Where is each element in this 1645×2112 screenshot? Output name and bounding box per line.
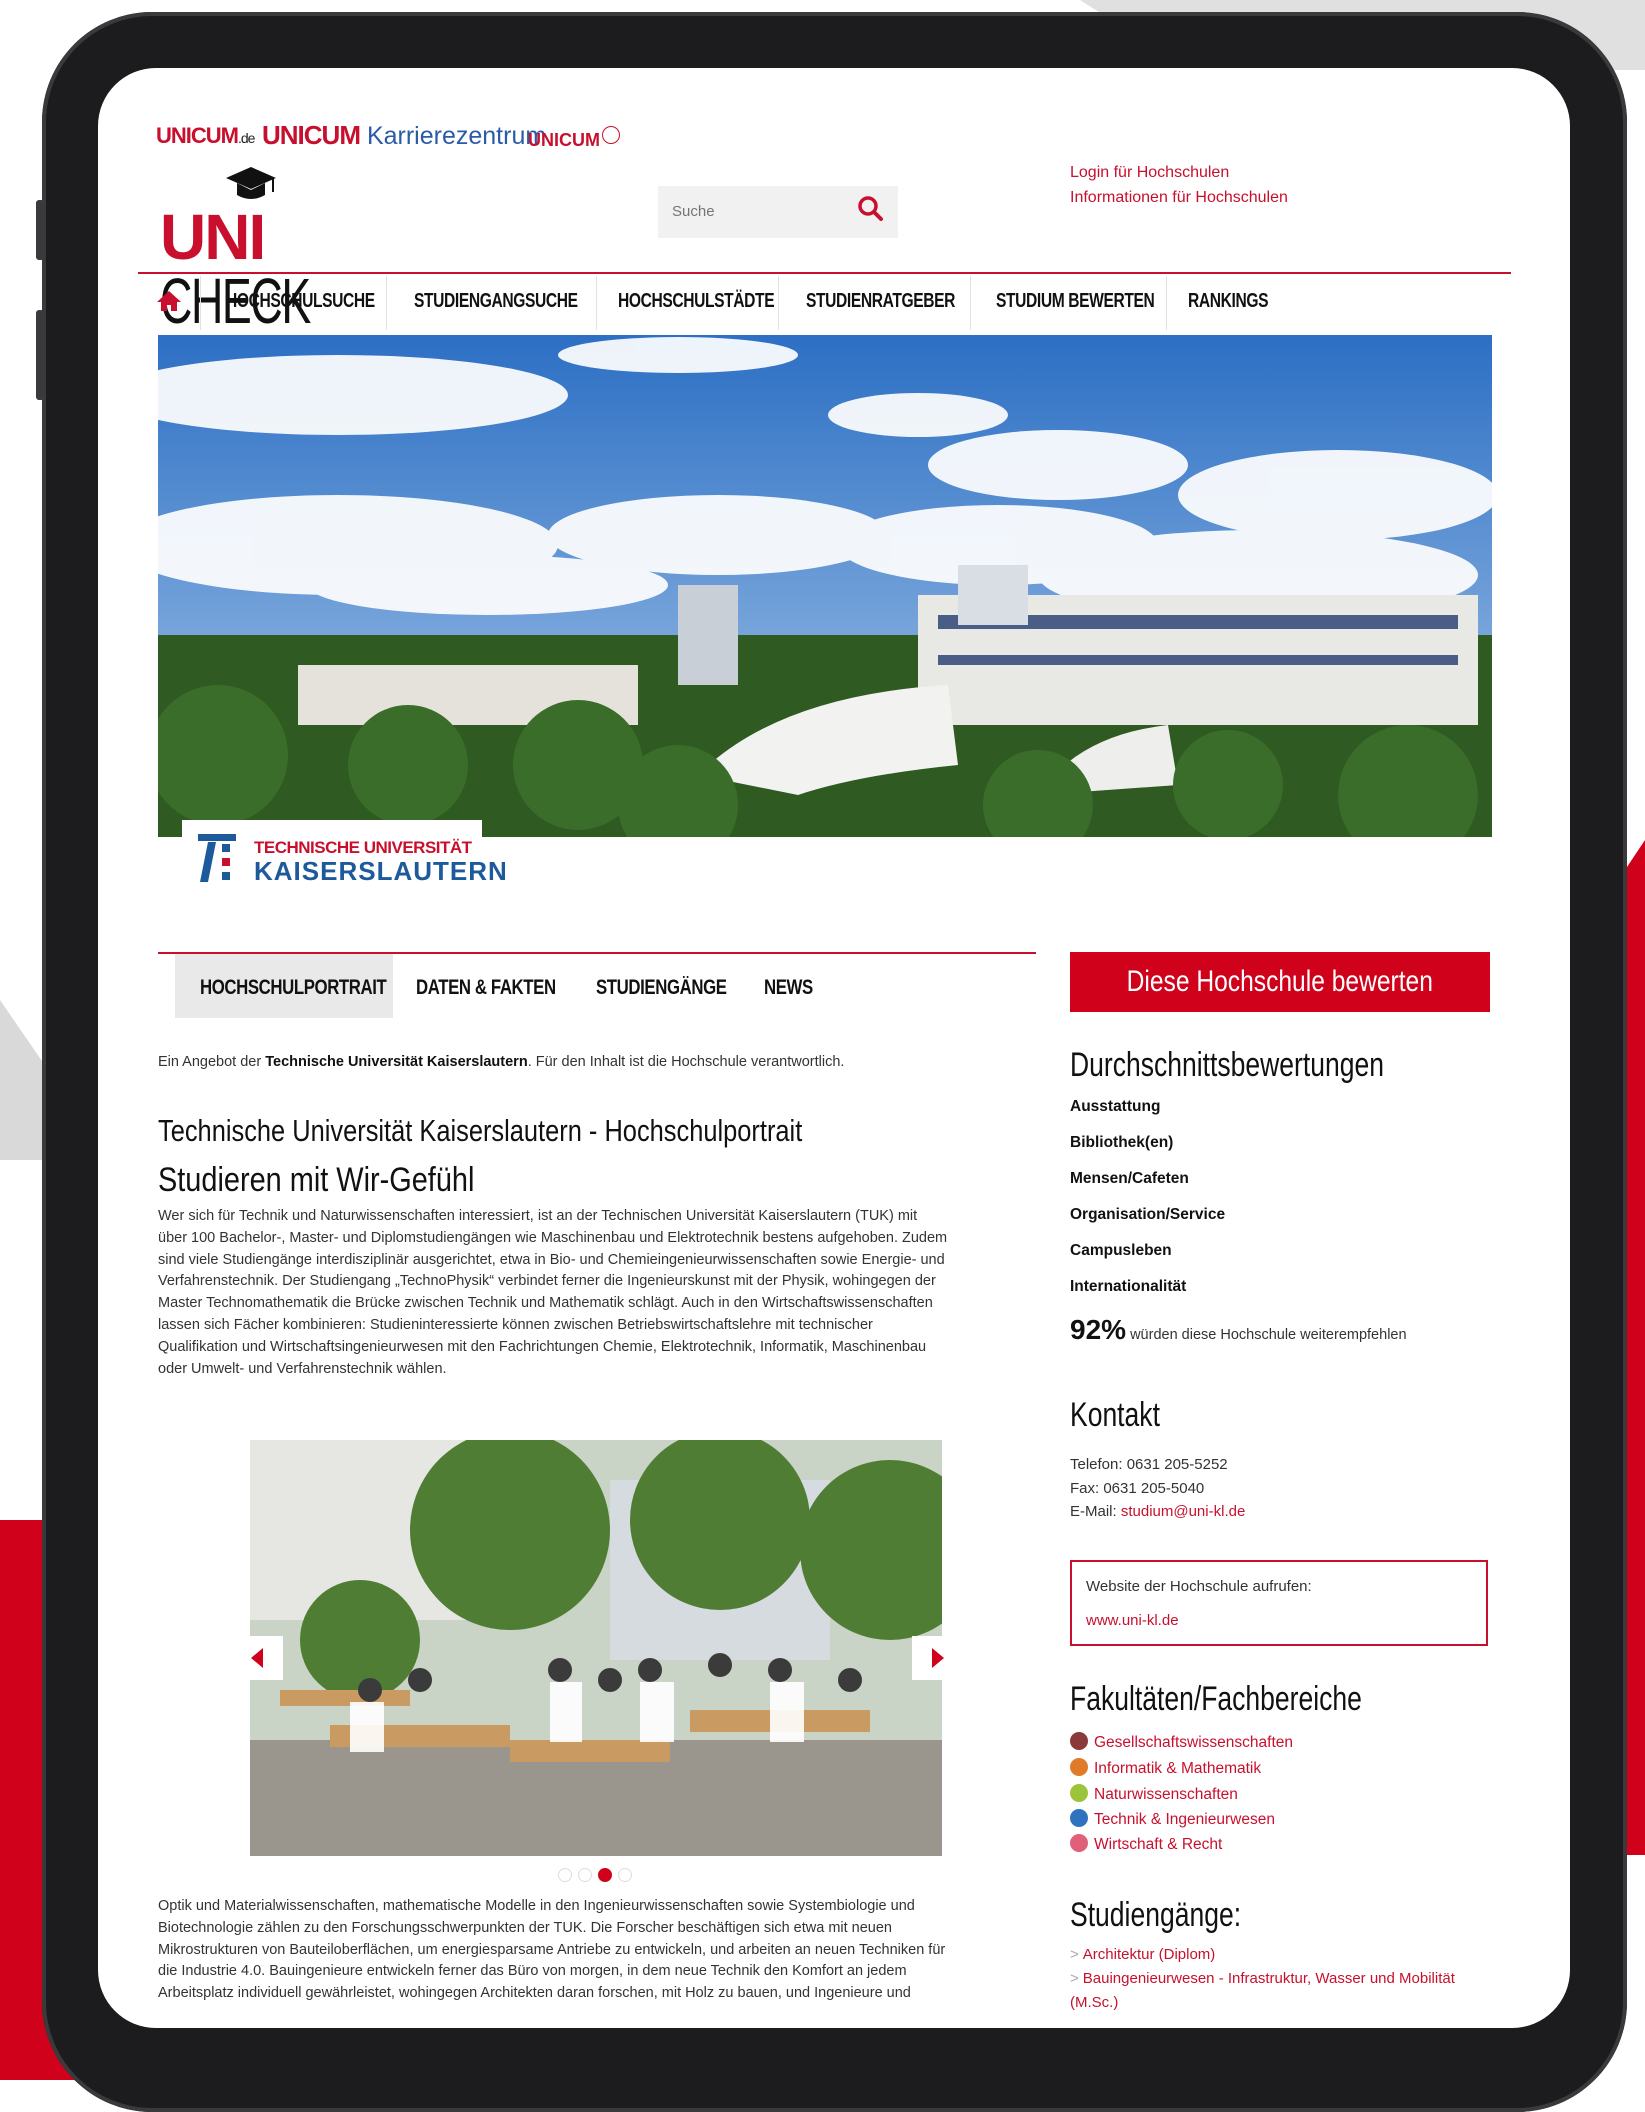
carousel-prev-button[interactable] xyxy=(233,1636,283,1680)
rating-label: Ausstattung xyxy=(1070,1098,1161,1115)
carousel-next-button[interactable] xyxy=(912,1636,962,1680)
tab-daten-fakten[interactable]: DATEN & FAKTEN xyxy=(416,954,591,1018)
contact-phone: Telefon: 0631 205-5252 xyxy=(1070,1456,1228,1473)
faculty-link[interactable]: Naturwissenschaften xyxy=(1070,1784,1238,1804)
rate-university-button[interactable]: Diese Hochschule bewerten xyxy=(1070,952,1490,1012)
faculty-icon xyxy=(1070,1809,1088,1827)
home-icon[interactable] xyxy=(156,289,182,313)
faculty-icon xyxy=(1070,1834,1088,1852)
nav-item-studium-bewerten[interactable]: STUDIUM BEWERTEN xyxy=(996,290,1155,313)
graduation-cap-icon xyxy=(226,167,276,199)
nav-item-studiengangsuche[interactable]: STUDIENGANGSUCHE xyxy=(414,290,578,313)
search-input[interactable] xyxy=(670,202,824,221)
contact-title: Kontakt xyxy=(1070,1396,1160,1434)
nav-item-studienratgeber[interactable]: STUDIENRATGEBER xyxy=(806,290,955,313)
campus-photo-carousel xyxy=(250,1440,942,1856)
email-link[interactable]: studium@uni-kl.de xyxy=(1121,1503,1245,1520)
campus-hero-image xyxy=(158,335,1492,837)
nav-item-rankings[interactable]: RANKINGS xyxy=(1188,290,1268,313)
info-link[interactable]: Informationen für Hochschulen xyxy=(1070,189,1288,207)
main-nav: HOCHSCHULSUCHE STUDIENGANGSUCHE HOCHSCHU… xyxy=(138,276,1511,332)
unicum-abi-link[interactable]: UNICUM xyxy=(528,126,620,151)
carousel-dot[interactable] xyxy=(618,1868,632,1882)
login-link[interactable]: Login für Hochschulen xyxy=(1070,164,1229,182)
website-link[interactable]: www.uni-kl.de xyxy=(1086,1612,1179,1629)
program-link[interactable]: > Bauingenieurwesen - Infrastruktur, Wass… xyxy=(1070,1970,1455,1987)
contact-fax: Fax: 0631 205-5040 xyxy=(1070,1480,1205,1497)
abi-badge-icon xyxy=(602,126,620,144)
page-title: Technische Universität Kaiserslautern - … xyxy=(158,1113,803,1148)
tab-news[interactable]: NEWS xyxy=(764,954,825,1018)
faculties-title: Fakultäten/Fachbereiche xyxy=(1070,1680,1362,1718)
logo-uni: UNI xyxy=(160,201,266,273)
faculty-link[interactable]: Technik & Ingenieurwesen xyxy=(1070,1809,1275,1829)
carousel-dot-active[interactable] xyxy=(598,1868,612,1882)
tab-hochschulportrait[interactable]: HOCHSCHULPORTRAIT xyxy=(175,954,393,1018)
program-link[interactable]: > Architektur (Diplom) xyxy=(1070,1946,1215,1963)
intro-paragraph: Wer sich für Technik und Naturwissenscha… xyxy=(158,1208,948,1377)
faculty-link[interactable]: Wirtschaft & Recht xyxy=(1070,1834,1222,1854)
nav-item-hochschulstaedte[interactable]: HOCHSCHULSTÄDTE xyxy=(618,290,775,313)
rating-label: Bibliothek(en) xyxy=(1070,1134,1174,1151)
unicheck-logo[interactable]: UNICHECK xyxy=(160,163,420,333)
search-box xyxy=(658,186,898,238)
rating-label: Internationalität xyxy=(1070,1278,1187,1295)
university-logo-line1: TECHNISCHE UNIVERSITÄT xyxy=(254,838,472,857)
programs-title: Studiengänge: xyxy=(1070,1896,1242,1934)
rating-label: Mensen/Cafeten xyxy=(1070,1170,1189,1187)
faculty-icon xyxy=(1070,1732,1088,1750)
rating-label: Campusleben xyxy=(1070,1242,1172,1259)
search-icon[interactable] xyxy=(856,194,884,222)
unicum-karriere-link[interactable]: UNICUM Karrierezentrum xyxy=(262,120,546,151)
website-label: Website der Hochschule aufrufen: xyxy=(1086,1578,1312,1595)
nav-divider xyxy=(138,272,1511,274)
faculty-icon xyxy=(1070,1758,1088,1776)
web-page: UNICUM.de UNICUM Karrierezentrum UNICUM … xyxy=(98,68,1570,2028)
contact-email: E-Mail: studium@uni-kl.de xyxy=(1070,1503,1246,1520)
ratings-title: Durchschnittsbewertungen xyxy=(1070,1046,1384,1084)
rating-label: Organisation/Service xyxy=(1070,1206,1226,1223)
carousel-dot[interactable] xyxy=(558,1868,572,1882)
program-link-suffix[interactable]: (M.Sc.) xyxy=(1070,1994,1118,2011)
offer-note: Ein Angebot der Technische Universität K… xyxy=(158,1054,845,1070)
carousel-dot[interactable] xyxy=(578,1868,592,1882)
nav-item-hochschulsuche[interactable]: HOCHSCHULSUCHE xyxy=(226,290,375,313)
tuk-emblem-icon xyxy=(198,834,236,882)
faculty-link[interactable]: Informatik & Mathematik xyxy=(1070,1758,1261,1778)
arrow-right-icon xyxy=(932,1648,944,1668)
arrow-left-icon xyxy=(251,1648,263,1668)
section-subtitle: Studieren mit Wir-Gefühl xyxy=(158,1161,475,1199)
unicum-de-link[interactable]: UNICUM.de xyxy=(156,123,255,149)
faculty-link[interactable]: Gesellschaftswissenschaften xyxy=(1070,1732,1293,1752)
recommend-rate: 92% würden diese Hochschule weiterempfeh… xyxy=(1070,1314,1407,1345)
tablet-side-button xyxy=(36,310,44,400)
website-box: Website der Hochschule aufrufen: www.uni… xyxy=(1070,1560,1488,1646)
university-logo-line2: KAISERSLAUTERN xyxy=(254,856,508,886)
carousel-indicators xyxy=(558,1868,638,1887)
tablet-side-button xyxy=(36,200,44,260)
university-logo: TECHNISCHE UNIVERSITÄT KAISERSLAUTERN xyxy=(182,820,507,896)
research-paragraph: Optik und Materialwissenschaften, mathem… xyxy=(158,1898,946,2002)
tab-studiengaenge[interactable]: STUDIENGÄNGE xyxy=(596,954,759,1018)
faculty-icon xyxy=(1070,1784,1088,1802)
